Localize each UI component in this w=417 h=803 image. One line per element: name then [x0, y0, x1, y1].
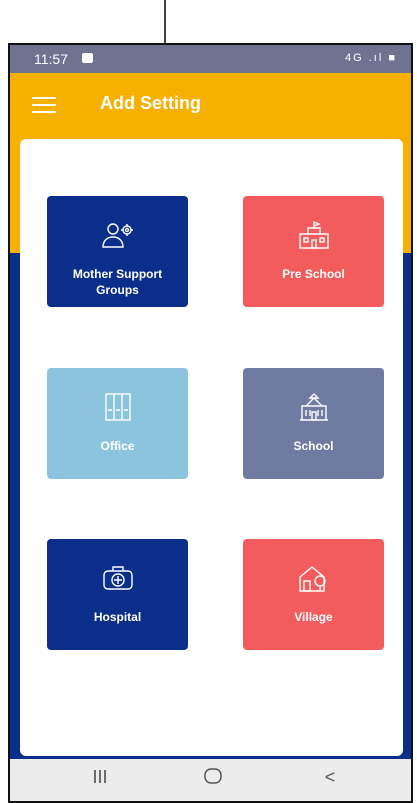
message-notification-icon	[82, 53, 93, 63]
settings-card: Mother Support Groups Pre School Office	[20, 139, 403, 756]
people-gear-icon	[47, 220, 188, 252]
home-button[interactable]	[194, 767, 234, 793]
tile-label: School	[293, 439, 334, 453]
status-bar: 11:57 4G .ıl ■	[10, 45, 411, 73]
hamburger-menu-icon[interactable]	[32, 97, 56, 115]
status-indicators: 4G .ıl ■	[345, 52, 397, 64]
tile-mother-support-groups[interactable]: Mother Support Groups	[47, 196, 188, 307]
medical-kit-icon	[47, 563, 188, 595]
back-button[interactable]: <	[310, 767, 350, 793]
tile-village[interactable]: Village	[243, 539, 384, 650]
file-cabinet-icon	[47, 392, 188, 424]
house-tree-icon	[243, 563, 384, 595]
app-bar: Add Setting	[10, 73, 411, 139]
tile-school[interactable]: School	[243, 368, 384, 479]
tile-pre-school[interactable]: Pre School	[243, 196, 384, 307]
tile-label: Hospital	[93, 610, 142, 624]
recent-apps-button[interactable]: III	[80, 767, 120, 793]
tile-label: Office	[100, 439, 135, 453]
status-time: 11:57	[34, 51, 68, 67]
phone-screen: 11:57 4G .ıl ■ Add Setting Mother Suppor…	[8, 43, 413, 803]
tile-label: Pre School	[282, 267, 345, 281]
tile-label: Village	[294, 610, 333, 624]
tile-label: Mother Support Groups	[72, 267, 163, 297]
preschool-building-icon	[243, 220, 384, 252]
tile-office[interactable]: Office	[47, 368, 188, 479]
school-building-icon	[243, 392, 384, 424]
system-nav-bar: III <	[10, 759, 411, 801]
tile-hospital[interactable]: Hospital	[47, 539, 188, 650]
page-title: Add Setting	[100, 93, 201, 113]
